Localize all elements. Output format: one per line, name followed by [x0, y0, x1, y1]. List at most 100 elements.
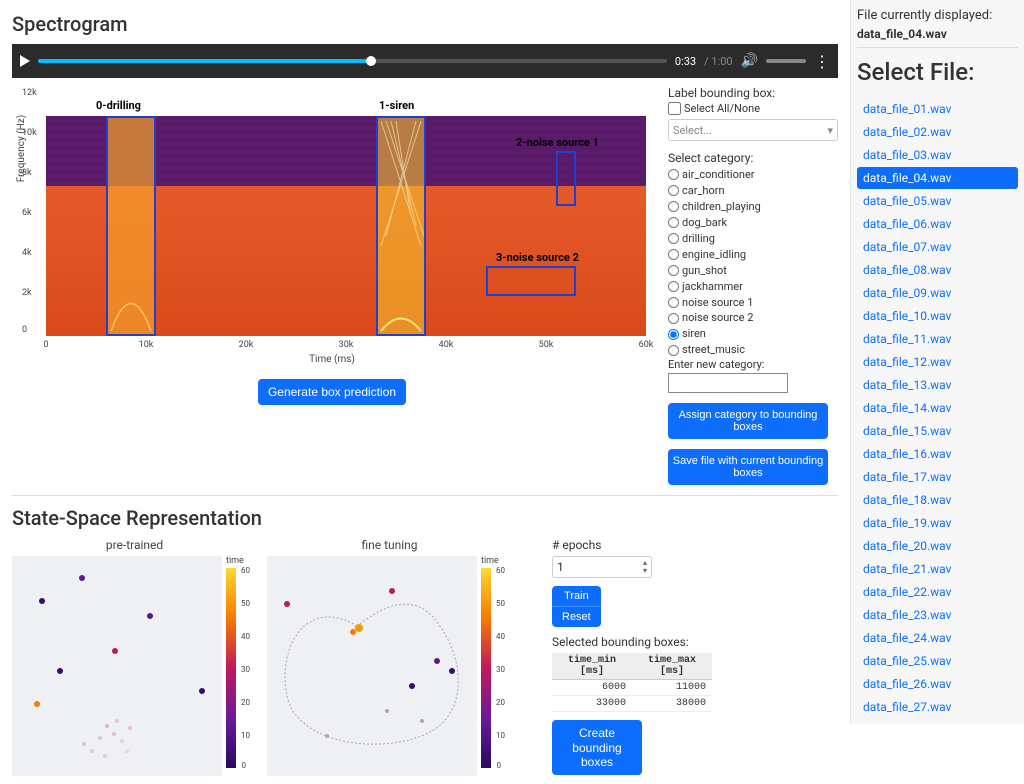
- file-item[interactable]: data_file_07.wav: [857, 236, 1018, 258]
- category-label: dog_bark: [682, 215, 727, 231]
- sidebar-select-header: Select File:: [857, 58, 1018, 86]
- xtick: 40k: [439, 340, 454, 350]
- file-item[interactable]: data_file_06.wav: [857, 213, 1018, 235]
- bbox-2-label: 2-noise source 1: [516, 136, 599, 149]
- file-item[interactable]: data_file_27.wav: [857, 696, 1018, 718]
- epochs-input[interactable]: 1 ▴▾: [552, 556, 652, 578]
- file-item[interactable]: data_file_13.wav: [857, 374, 1018, 396]
- file-item[interactable]: data_file_09.wav: [857, 282, 1018, 304]
- seek-bar[interactable]: [38, 59, 667, 63]
- category-radio[interactable]: [668, 169, 679, 180]
- table-row: 33000 38000: [552, 696, 712, 712]
- category-radio[interactable]: [668, 265, 679, 276]
- xtick: 0: [43, 340, 48, 350]
- category-option[interactable]: siren: [668, 326, 838, 342]
- colorbar-1: [481, 568, 491, 768]
- file-item[interactable]: data_file_28.wav: [857, 719, 1018, 724]
- category-option[interactable]: drilling: [668, 231, 838, 247]
- generate-box-prediction-button[interactable]: Generate box prediction: [258, 379, 406, 405]
- save-file-button[interactable]: Save file with current bounding boxes: [668, 449, 828, 485]
- category-radio[interactable]: [668, 345, 679, 356]
- category-label: siren: [682, 326, 706, 342]
- table-header-1: time_max [ms]: [632, 653, 712, 680]
- category-radio[interactable]: [668, 201, 679, 212]
- volume-slider[interactable]: [766, 59, 806, 63]
- category-radio[interactable]: [668, 281, 679, 292]
- category-radio[interactable]: [668, 217, 679, 228]
- bbox-1-label: 1-siren: [379, 99, 414, 112]
- category-option[interactable]: children_playing: [668, 199, 838, 215]
- bbox-0[interactable]: [106, 116, 156, 336]
- category-option[interactable]: engine_idling: [668, 247, 838, 263]
- file-item[interactable]: data_file_20.wav: [857, 535, 1018, 557]
- file-item[interactable]: data_file_26.wav: [857, 673, 1018, 695]
- category-option[interactable]: noise source 2: [668, 310, 838, 326]
- file-item[interactable]: data_file_15.wav: [857, 420, 1018, 442]
- ss-plot-1-title: fine tuning: [267, 538, 512, 552]
- category-option[interactable]: car_horn: [668, 183, 838, 199]
- file-item[interactable]: data_file_03.wav: [857, 144, 1018, 166]
- new-category-input[interactable]: [668, 373, 788, 393]
- category-radio[interactable]: [668, 249, 679, 260]
- category-label: air_conditioner: [682, 167, 755, 183]
- category-radio[interactable]: [668, 297, 679, 308]
- bbox-3[interactable]: [486, 266, 576, 296]
- category-label: gun_shot: [682, 263, 727, 279]
- colorbar-0: [226, 568, 236, 768]
- category-radio[interactable]: [668, 233, 679, 244]
- file-item[interactable]: data_file_18.wav: [857, 489, 1018, 511]
- train-button[interactable]: Train: [552, 586, 601, 606]
- category-option[interactable]: gun_shot: [668, 263, 838, 279]
- file-item[interactable]: data_file_25.wav: [857, 650, 1018, 672]
- bbox-select-dropdown[interactable]: Select... ▾: [668, 119, 838, 141]
- ss-plot-1[interactable]: [267, 556, 477, 776]
- ytick: 0: [22, 325, 27, 335]
- file-item[interactable]: data_file_04.wav: [857, 167, 1018, 189]
- xtick: 60k: [639, 340, 654, 350]
- file-item[interactable]: data_file_12.wav: [857, 351, 1018, 373]
- file-item[interactable]: data_file_16.wav: [857, 443, 1018, 465]
- category-radio[interactable]: [668, 329, 679, 340]
- audio-player[interactable]: 0:33 / 1:00 🔊 ⋮: [12, 44, 838, 78]
- seek-thumb[interactable]: [366, 56, 376, 66]
- file-item[interactable]: data_file_05.wav: [857, 190, 1018, 212]
- sidebar-current-label: File currently displayed:: [857, 8, 1018, 23]
- ss-plot-0[interactable]: [12, 556, 222, 776]
- file-item[interactable]: data_file_14.wav: [857, 397, 1018, 419]
- file-item[interactable]: data_file_19.wav: [857, 512, 1018, 534]
- file-item[interactable]: data_file_02.wav: [857, 121, 1018, 143]
- file-item[interactable]: data_file_21.wav: [857, 558, 1018, 580]
- category-label: drilling: [682, 231, 715, 247]
- create-bboxes-button[interactable]: Create bounding boxes: [552, 720, 642, 775]
- category-option[interactable]: jackhammer: [668, 279, 838, 295]
- category-radio[interactable]: [668, 185, 679, 196]
- category-option[interactable]: dog_bark: [668, 215, 838, 231]
- file-item[interactable]: data_file_08.wav: [857, 259, 1018, 281]
- reset-button[interactable]: Reset: [552, 606, 601, 627]
- category-option[interactable]: noise source 1: [668, 295, 838, 311]
- file-item[interactable]: data_file_24.wav: [857, 627, 1018, 649]
- stepper-icon[interactable]: ▴▾: [643, 559, 647, 575]
- bbox-2[interactable]: [556, 151, 576, 206]
- file-item[interactable]: data_file_22.wav: [857, 581, 1018, 603]
- file-item[interactable]: data_file_01.wav: [857, 98, 1018, 120]
- assign-category-button[interactable]: Assign category to bounding boxes: [668, 403, 828, 439]
- file-item[interactable]: data_file_11.wav: [857, 328, 1018, 350]
- sidebar-current-file: data_file_04.wav: [857, 27, 1018, 41]
- category-option[interactable]: air_conditioner: [668, 167, 838, 183]
- volume-icon[interactable]: 🔊: [741, 53, 758, 69]
- bbox-1[interactable]: [376, 116, 426, 336]
- ytick: 2k: [22, 288, 32, 298]
- xtick: 30k: [339, 340, 354, 350]
- file-item[interactable]: data_file_17.wav: [857, 466, 1018, 488]
- file-item[interactable]: data_file_10.wav: [857, 305, 1018, 327]
- play-icon[interactable]: [20, 55, 30, 67]
- file-item[interactable]: data_file_23.wav: [857, 604, 1018, 626]
- category-label: noise source 2: [682, 310, 753, 326]
- select-all-checkbox[interactable]: [668, 102, 681, 115]
- bbox-select-placeholder: Select...: [673, 124, 712, 137]
- audio-menu-icon[interactable]: ⋮: [814, 52, 830, 71]
- category-radio[interactable]: [668, 313, 679, 324]
- epochs-value: 1: [557, 560, 564, 574]
- category-option[interactable]: street_music: [668, 342, 838, 358]
